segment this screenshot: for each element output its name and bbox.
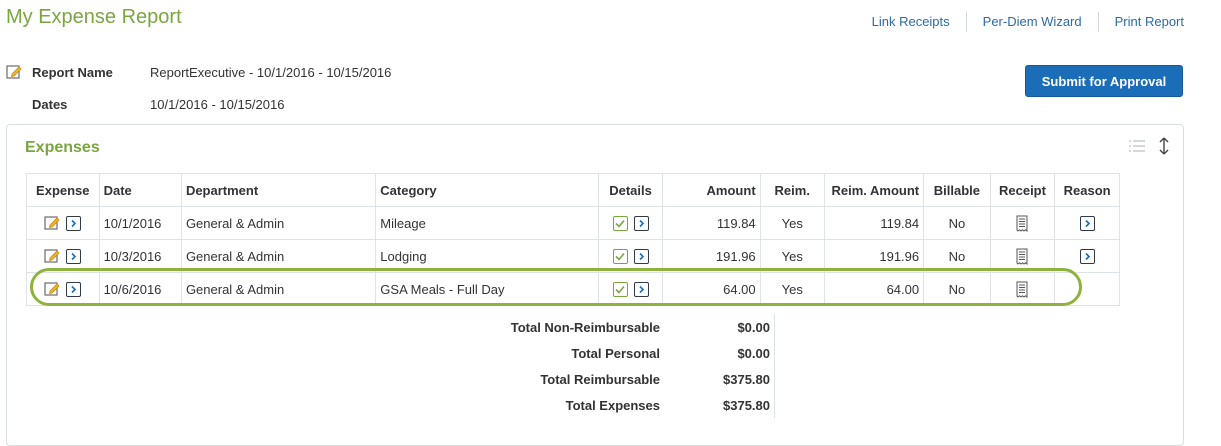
- expense-date: 10/1/2016: [98, 206, 182, 240]
- chevron-right-icon[interactable]: [633, 249, 649, 265]
- column-header-receipt[interactable]: Receipt: [989, 173, 1056, 207]
- total-personal-label: Total Personal: [571, 345, 660, 361]
- list-icon[interactable]: [1129, 139, 1145, 153]
- column-header-reim[interactable]: Reim.: [759, 173, 825, 207]
- expense-reim: Yes: [759, 206, 825, 240]
- report-name-label: Report Name: [32, 64, 113, 80]
- expense-billable: No: [923, 206, 991, 240]
- expense-billable: No: [923, 239, 991, 273]
- column-header-date[interactable]: Date: [98, 173, 182, 207]
- total-reimbursable-label: Total Reimbursable: [540, 371, 660, 387]
- chevron-right-icon[interactable]: [66, 215, 82, 231]
- expense-department: General & Admin: [180, 206, 377, 240]
- expand-collapse-icon[interactable]: [1159, 137, 1169, 155]
- table-row: 10/6/2016 General & Admin GSA Meals - Fu…: [26, 272, 1120, 306]
- expense-reim: Yes: [759, 272, 825, 306]
- check-icon: [612, 216, 628, 232]
- column-header-reason[interactable]: Reason: [1054, 173, 1120, 207]
- expense-reim-amount: 119.84: [823, 206, 925, 240]
- table-row: 10/3/2016 General & Admin Lodging 191.96…: [26, 239, 1120, 273]
- expense-reim: Yes: [759, 239, 825, 273]
- chevron-right-icon[interactable]: [1079, 249, 1095, 265]
- expense-amount: 64.00: [662, 272, 761, 306]
- expense-billable: No: [923, 272, 991, 306]
- receipt-icon[interactable]: [1016, 248, 1028, 265]
- chevron-right-icon[interactable]: [633, 282, 649, 298]
- submit-for-approval-button[interactable]: Submit for Approval: [1025, 65, 1183, 97]
- per-diem-wizard-link[interactable]: Per-Diem Wizard: [965, 12, 1098, 32]
- column-header-expense[interactable]: Expense: [26, 173, 100, 207]
- pencil-edit-icon[interactable]: [44, 215, 60, 231]
- expenses-table: Expense Date Department Category Details…: [26, 173, 1120, 306]
- chevron-right-icon[interactable]: [66, 281, 82, 297]
- totals-summary: Total Non-Reimbursable $0.00 Total Perso…: [440, 314, 775, 418]
- dates-label: Dates: [32, 96, 68, 112]
- expense-reim-amount: 64.00: [823, 272, 925, 306]
- dates-value: 10/1/2016 - 10/15/2016: [150, 96, 285, 112]
- expense-department: General & Admin: [180, 272, 377, 306]
- table-row: 10/1/2016 General & Admin Mileage 119.84…: [26, 206, 1120, 240]
- chevron-right-icon[interactable]: [66, 248, 82, 264]
- expense-department: General & Admin: [180, 239, 377, 273]
- expense-date: 10/3/2016: [98, 239, 182, 273]
- pencil-edit-icon[interactable]: [44, 281, 60, 297]
- column-header-amount[interactable]: Amount: [662, 173, 761, 207]
- total-row: Total Personal $0.00: [440, 340, 775, 366]
- receipt-icon[interactable]: [1016, 281, 1028, 298]
- total-row: Total Reimbursable $375.80: [440, 366, 775, 392]
- check-icon: [612, 249, 628, 265]
- print-report-link[interactable]: Print Report: [1097, 12, 1184, 32]
- chevron-right-icon[interactable]: [1079, 216, 1095, 232]
- total-non-reimbursable-value: $0.00: [672, 314, 775, 340]
- chevron-right-icon[interactable]: [633, 216, 649, 232]
- total-expenses-label: Total Expenses: [565, 397, 660, 413]
- total-personal-value: $0.00: [672, 340, 775, 366]
- link-receipts-link[interactable]: Link Receipts: [872, 12, 966, 32]
- total-row: Total Expenses $375.80: [440, 392, 775, 418]
- expense-category: Mileage: [375, 206, 599, 240]
- total-expenses-value: $375.80: [672, 392, 775, 418]
- check-icon: [612, 282, 628, 298]
- table-header-row: Expense Date Department Category Details…: [26, 173, 1120, 207]
- expense-category: Lodging: [375, 239, 599, 273]
- total-non-reimbursable-label: Total Non-Reimbursable: [510, 319, 660, 335]
- expense-date: 10/6/2016: [98, 272, 182, 306]
- expenses-title: Expenses: [25, 139, 100, 156]
- expense-amount: 119.84: [662, 206, 761, 240]
- receipt-icon[interactable]: [1016, 215, 1028, 232]
- expense-reim-amount: 191.96: [823, 239, 925, 273]
- page-title: My Expense Report: [6, 6, 182, 28]
- report-name-value: ReportExecutive - 10/1/2016 - 10/15/2016: [150, 64, 392, 80]
- column-header-category[interactable]: Category: [375, 173, 599, 207]
- total-reimbursable-value: $375.80: [672, 366, 775, 392]
- total-row: Total Non-Reimbursable $0.00: [440, 314, 775, 340]
- pencil-edit-icon[interactable]: [44, 248, 60, 264]
- column-header-department[interactable]: Department: [180, 173, 377, 207]
- expense-amount: 191.96: [662, 239, 761, 273]
- column-header-billable[interactable]: Billable: [923, 173, 991, 207]
- expense-category: GSA Meals - Full Day: [375, 272, 599, 306]
- report-header: Report Name ReportExecutive - 10/1/2016 …: [6, 62, 391, 126]
- top-links: Link Receipts Per-Diem Wizard Print Repo…: [872, 12, 1184, 32]
- reason-cell-empty: [1054, 272, 1120, 306]
- column-header-details[interactable]: Details: [597, 173, 664, 207]
- column-header-reim-amount[interactable]: Reim. Amount: [823, 173, 925, 207]
- pencil-edit-icon[interactable]: [6, 64, 22, 80]
